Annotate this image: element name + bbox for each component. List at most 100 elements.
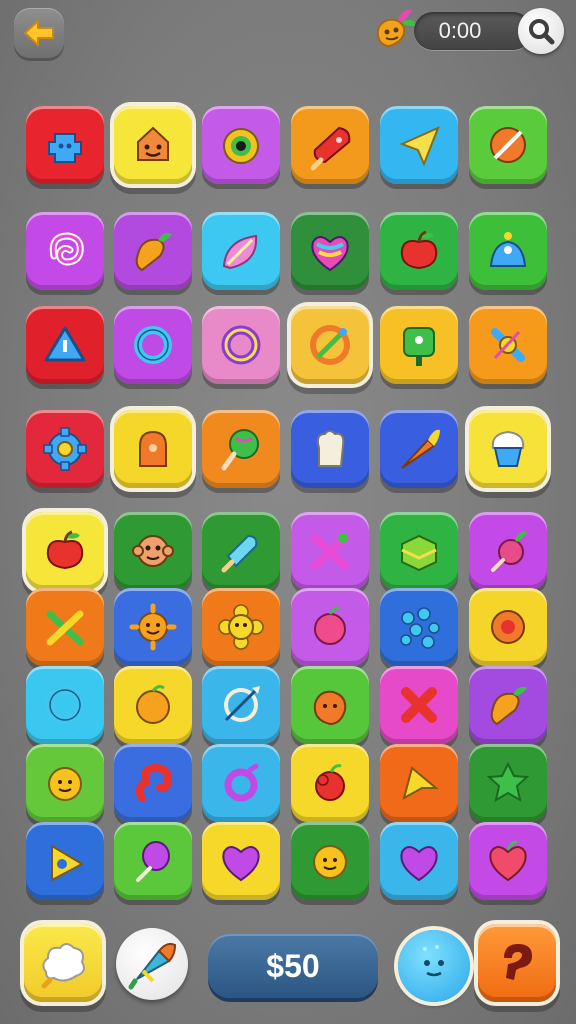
game-tile[interactable]: [380, 666, 458, 744]
game-tile[interactable]: [26, 512, 104, 590]
game-tile[interactable]: [26, 106, 104, 184]
arrow-left-icon: [24, 20, 54, 46]
magnifier-icon: [529, 19, 555, 45]
game-tile[interactable]: [380, 410, 458, 488]
paper-plane-icon: [399, 126, 440, 167]
cloud-puff-icon: [41, 943, 85, 989]
hook-icon: [135, 763, 173, 802]
rainbow-ring-icon: [221, 325, 261, 365]
smiling-face-icon: [137, 126, 169, 161]
game-tile[interactable]: [26, 410, 104, 488]
game-tile[interactable]: [202, 666, 280, 744]
crossed-sticks-icon: [46, 610, 84, 646]
game-tile[interactable]: [380, 744, 458, 822]
game-tile[interactable]: [469, 410, 547, 488]
game-tile[interactable]: [26, 306, 104, 384]
balloon-icon: [136, 841, 170, 882]
game-tile[interactable]: [291, 666, 369, 744]
game-tile[interactable]: [291, 410, 369, 488]
game-tile[interactable]: [26, 744, 104, 822]
game-tile[interactable]: [291, 822, 369, 900]
game-tile[interactable]: [469, 744, 547, 822]
swirl-icon: [49, 232, 84, 266]
cloud-puff-button[interactable]: [24, 924, 102, 1002]
peach-icon: [314, 606, 346, 645]
gear-icon: [43, 427, 87, 471]
game-tile[interactable]: [114, 666, 192, 744]
blue-monster-button[interactable]: [398, 930, 470, 1002]
game-tile[interactable]: [202, 106, 280, 184]
game-tile[interactable]: [114, 306, 192, 384]
game-tile[interactable]: [380, 212, 458, 290]
game-tile[interactable]: [26, 822, 104, 900]
game-tile[interactable]: [291, 512, 369, 590]
game-tile[interactable]: [380, 106, 458, 184]
carrot-rocket-icon: [401, 429, 440, 469]
game-tile[interactable]: [291, 106, 369, 184]
question-swirl-button[interactable]: [478, 924, 556, 1002]
swirl-rocket-icon: [310, 325, 350, 365]
rainbow-heart-icon: [311, 236, 349, 272]
game-tile[interactable]: [469, 588, 547, 666]
apple-icon: [46, 530, 84, 570]
game-tile[interactable]: [114, 744, 192, 822]
game-tile[interactable]: [380, 306, 458, 384]
sliced-ball-icon: [490, 127, 526, 163]
game-tile[interactable]: [469, 822, 547, 900]
carrot-icon: [490, 686, 527, 726]
ice-pop-icon: [221, 534, 258, 573]
x-mark-icon: [401, 687, 437, 723]
alarm-bot-icon: [489, 232, 527, 267]
game-tile[interactable]: [202, 744, 280, 822]
game-tile[interactable]: [202, 512, 280, 590]
game-tile[interactable]: [291, 744, 369, 822]
game-tile[interactable]: [469, 512, 547, 590]
game-tile[interactable]: [114, 106, 192, 184]
cupcake-icon: [491, 430, 525, 467]
game-tile[interactable]: [26, 588, 104, 666]
lemon-face-icon: [48, 767, 82, 801]
candy-x-icon: [311, 533, 349, 570]
game-tile[interactable]: [469, 106, 547, 184]
game-tile[interactable]: [469, 666, 547, 744]
game-tile[interactable]: [380, 588, 458, 666]
game-tile[interactable]: [26, 212, 104, 290]
leaf-icon: [222, 234, 258, 270]
game-tile[interactable]: [114, 822, 192, 900]
berry-icon: [315, 764, 345, 801]
game-tile[interactable]: [114, 512, 192, 590]
game-tile[interactable]: [469, 306, 547, 384]
puzzle-robot-icon: [48, 133, 82, 163]
game-tile[interactable]: [114, 212, 192, 290]
game-tile[interactable]: [202, 822, 280, 900]
game-tile[interactable]: [291, 306, 369, 384]
money-display: $50: [208, 934, 378, 998]
game-tile[interactable]: [202, 212, 280, 290]
ring-icon: [134, 326, 172, 364]
orange-icon: [136, 685, 170, 724]
warning-triangle-icon: [44, 326, 86, 362]
apple-icon: [400, 230, 438, 270]
search-button[interactable]: [518, 8, 564, 54]
apple-heart-icon: [489, 840, 527, 882]
game-tile[interactable]: [469, 212, 547, 290]
carrot-booster-icon[interactable]: [372, 6, 418, 52]
game-tile[interactable]: [291, 212, 369, 290]
cog-flower-icon: [491, 610, 525, 644]
rocket-cone-button[interactable]: [116, 928, 188, 1000]
gadget-icon: [491, 328, 525, 362]
game-tile[interactable]: [26, 666, 104, 744]
game-tile[interactable]: [202, 410, 280, 488]
game-tile[interactable]: [114, 588, 192, 666]
game-tile[interactable]: [202, 588, 280, 666]
game-tile[interactable]: [114, 410, 192, 488]
game-tile[interactable]: [291, 588, 369, 666]
heart-icon: [400, 846, 438, 882]
flower-face-icon: [218, 604, 264, 650]
game-tile[interactable]: [380, 512, 458, 590]
ring-swirl-icon: [224, 763, 259, 802]
donut-triangle-icon: [51, 845, 83, 881]
game-tile[interactable]: [380, 822, 458, 900]
back-button[interactable]: [14, 8, 64, 58]
game-tile[interactable]: [202, 306, 280, 384]
